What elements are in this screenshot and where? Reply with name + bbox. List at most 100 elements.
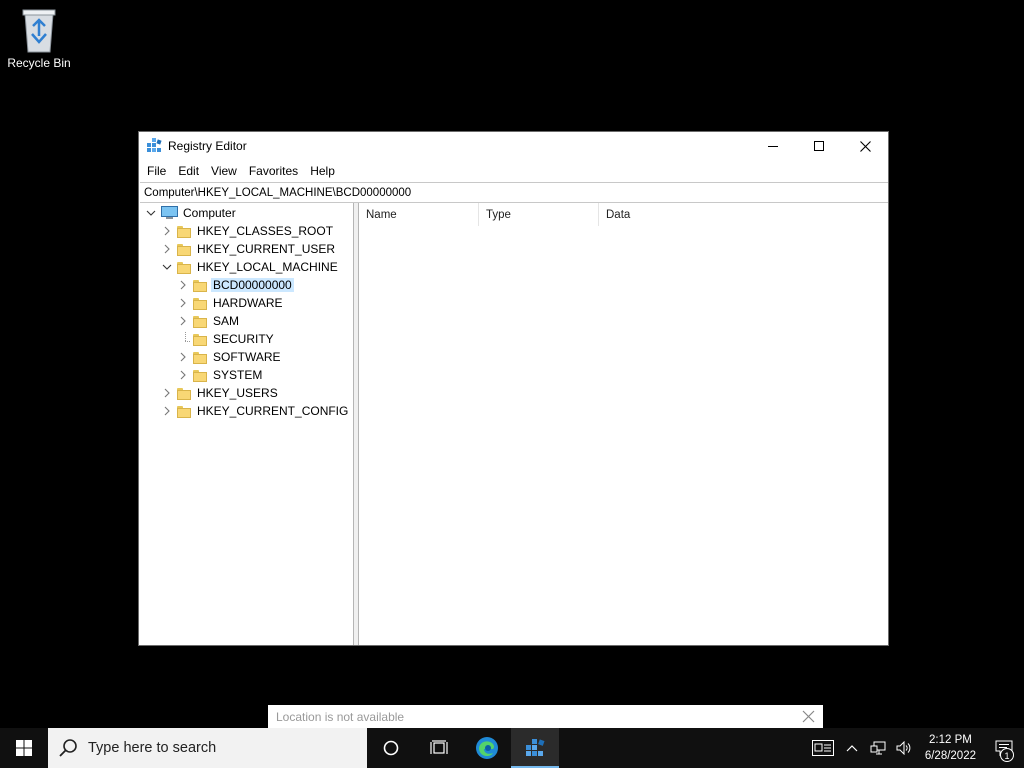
chevron-right-icon[interactable]	[177, 297, 189, 309]
taskbar: Type here to search 2:12 PM 6/28/2022 1	[0, 728, 1024, 768]
folder-icon	[193, 279, 207, 292]
address-bar[interactable]: Computer\HKEY_LOCAL_MACHINE\BCD00000000	[140, 182, 888, 203]
tree-node-software[interactable]: SOFTWARE	[177, 348, 281, 366]
recycle-bin-label: Recycle Bin	[7, 56, 71, 70]
column-header-name[interactable]: Name	[359, 203, 479, 226]
menu-edit[interactable]: Edit	[172, 164, 205, 178]
menu-view[interactable]: View	[205, 164, 243, 178]
menu-help[interactable]: Help	[304, 164, 341, 178]
volume-button[interactable]	[891, 728, 917, 768]
tree-node-label: SECURITY	[213, 332, 274, 346]
start-button[interactable]	[0, 728, 48, 768]
chevron-up-icon	[846, 745, 858, 752]
column-header-row: Name Type Data	[359, 203, 888, 227]
tree-node-hkey-users[interactable]: HKEY_USERS	[161, 384, 278, 402]
tree-node-security[interactable]: SECURITY	[177, 330, 274, 348]
minimize-icon	[768, 146, 778, 147]
title-bar[interactable]: Registry Editor	[139, 132, 888, 160]
recycle-bin-icon	[19, 6, 59, 54]
folder-icon	[177, 405, 191, 418]
minimize-button[interactable]	[750, 132, 796, 160]
tree-node-label: HKEY_CLASSES_ROOT	[197, 224, 334, 238]
folder-icon	[177, 243, 191, 256]
chevron-right-icon[interactable]	[161, 243, 173, 255]
close-icon	[859, 140, 871, 152]
tree-node-bcd00000000[interactable]: BCD00000000	[177, 276, 294, 294]
tree-node-label: HKEY_CURRENT_CONFIG	[197, 404, 349, 418]
registry-editor-window: Registry Editor File Edit View Favorites…	[138, 131, 889, 646]
tree-node-label: HKEY_CURRENT_USER	[197, 242, 336, 256]
windows-logo-icon	[16, 740, 32, 756]
close-button[interactable]	[842, 132, 888, 160]
notification-text: Location is not available	[276, 710, 405, 724]
values-list[interactable]: Name Type Data	[359, 203, 888, 645]
taskbar-clock[interactable]: 2:12 PM 6/28/2022	[917, 732, 984, 764]
tree-node-hkey-classes-root[interactable]: HKEY_CLASSES_ROOT	[161, 222, 333, 240]
chevron-right-icon[interactable]	[177, 315, 189, 327]
cortana-button[interactable]	[367, 728, 415, 768]
search-icon	[59, 739, 77, 757]
chevron-right-icon[interactable]	[161, 225, 173, 237]
tree-node-label: SYSTEM	[213, 368, 263, 382]
tree-node-hkey-current-user[interactable]: HKEY_CURRENT_USER	[161, 240, 335, 258]
tree-node-label: HKEY_LOCAL_MACHINE	[197, 260, 338, 274]
clock-time: 2:12 PM	[929, 734, 972, 746]
menu-bar: File Edit View Favorites Help	[139, 160, 888, 182]
tree-node-hardware[interactable]: HARDWARE	[177, 294, 283, 312]
search-placeholder: Type here to search	[88, 740, 217, 756]
chevron-down-icon[interactable]	[161, 261, 173, 273]
folder-icon	[193, 297, 207, 310]
folder-icon	[177, 261, 191, 274]
maximize-icon	[814, 141, 824, 151]
tree-node-system[interactable]: SYSTEM	[177, 366, 262, 384]
taskbar-search-box[interactable]: Type here to search	[48, 728, 367, 768]
chevron-right-icon[interactable]	[161, 387, 173, 399]
location-notification: Location is not available	[268, 705, 823, 729]
column-header-type[interactable]: Type	[479, 203, 599, 226]
system-tray: 2:12 PM 6/28/2022 1	[807, 728, 1024, 768]
news-widget-button[interactable]	[807, 728, 839, 768]
tree-node-label: Computer	[183, 206, 236, 220]
tree-node-label: SAM	[213, 314, 240, 328]
tree-node-sam[interactable]: SAM	[177, 312, 239, 330]
show-hidden-icons-button[interactable]	[839, 728, 865, 768]
menu-file[interactable]: File	[141, 164, 172, 178]
registry-editor-taskbar-button[interactable]	[511, 728, 559, 768]
folder-icon	[193, 315, 207, 328]
recycle-bin-desktop-icon[interactable]: Recycle Bin	[4, 6, 74, 70]
chevron-right-icon[interactable]	[177, 351, 189, 363]
cortana-circle-icon	[383, 740, 399, 756]
folder-icon	[193, 369, 207, 382]
menu-favorites[interactable]: Favorites	[243, 164, 304, 178]
column-header-data[interactable]: Data	[599, 203, 887, 226]
folder-icon	[193, 351, 207, 364]
edge-taskbar-button[interactable]	[463, 728, 511, 768]
registry-editor-icon	[526, 739, 545, 756]
action-center-button[interactable]: 1	[984, 728, 1024, 768]
tree-node-label-selected: BCD00000000	[211, 278, 294, 292]
tree-node-hkey-current-config[interactable]: HKEY_CURRENT_CONFIG	[161, 402, 348, 420]
tree-node-computer[interactable]: Computer	[145, 204, 236, 222]
speaker-volume-icon	[896, 741, 911, 755]
folder-icon	[193, 333, 207, 346]
clock-date: 6/28/2022	[924, 750, 976, 762]
news-icon	[811, 740, 834, 756]
notification-count-badge: 1	[1000, 748, 1014, 762]
computer-icon	[161, 206, 178, 219]
maximize-button[interactable]	[796, 132, 842, 160]
chevron-down-icon[interactable]	[145, 207, 157, 219]
chevron-right-icon[interactable]	[177, 369, 189, 381]
chevron-right-icon[interactable]	[161, 405, 173, 417]
chevron-right-icon[interactable]	[177, 279, 189, 291]
window-title: Registry Editor	[168, 139, 247, 153]
close-icon[interactable]	[802, 710, 815, 723]
registry-editor-app-icon	[147, 138, 162, 152]
tree-node-label: HARDWARE	[213, 296, 283, 310]
tree-node-label: HKEY_USERS	[197, 386, 278, 400]
tree-node-label: SOFTWARE	[213, 350, 281, 364]
network-button[interactable]	[865, 728, 891, 768]
tree-node-hkey-local-machine[interactable]: HKEY_LOCAL_MACHINE	[161, 258, 338, 276]
task-view-button[interactable]	[415, 728, 463, 768]
folder-icon	[177, 387, 191, 400]
